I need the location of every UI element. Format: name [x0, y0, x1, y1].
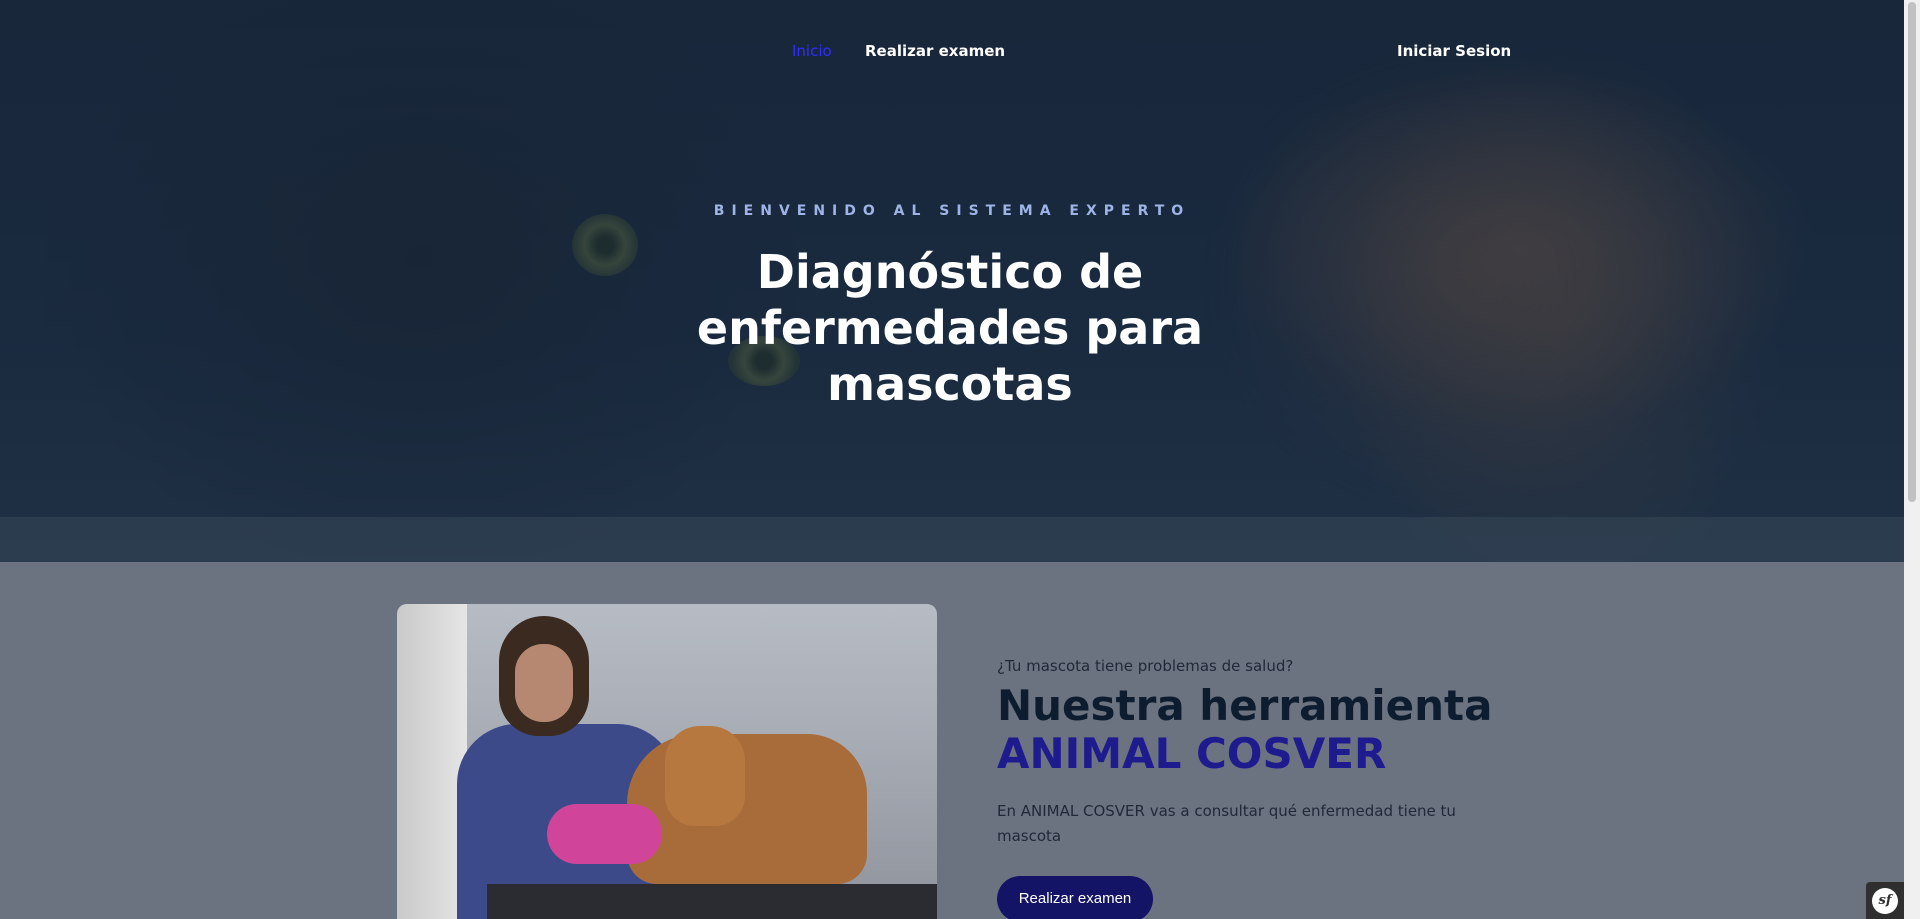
nav-home[interactable]: Inicio	[792, 42, 832, 60]
dog-figure	[627, 734, 867, 884]
hero-kicker: BIENVENIDO AL SISTEMA EXPERTO	[713, 203, 1191, 219]
page-scrollbar[interactable]	[1904, 0, 1920, 919]
vet-face	[515, 644, 573, 722]
hero-floor	[0, 517, 1904, 562]
scrollbar-thumb[interactable]	[1908, 2, 1916, 502]
feature-section	[0, 562, 1904, 919]
exam-cta-button[interactable]: Realizar examen	[997, 876, 1153, 919]
exam-table	[487, 884, 937, 919]
symfony-icon: sf	[1872, 887, 1898, 914]
feature-description: En ANIMAL COSVER vas a consultar qué enf…	[997, 802, 1456, 845]
hero-title: Diagnóstico de enfermedades para mascota…	[696, 245, 1204, 411]
feature-brand: ANIMAL COSVER	[997, 729, 1387, 778]
nav-login[interactable]: Iniciar Sesion	[1397, 42, 1511, 60]
feature-heading: Nuestra herramienta	[997, 681, 1493, 730]
symfony-toolbar-toggle[interactable]: sf	[1866, 882, 1904, 919]
pink-glove	[547, 804, 662, 864]
dog-head	[665, 726, 745, 826]
feature-question: ¿Tu mascota tiene problemas de salud?	[997, 657, 1294, 675]
vet-photo	[397, 604, 937, 919]
nav-exam[interactable]: Realizar examen	[865, 42, 1005, 60]
